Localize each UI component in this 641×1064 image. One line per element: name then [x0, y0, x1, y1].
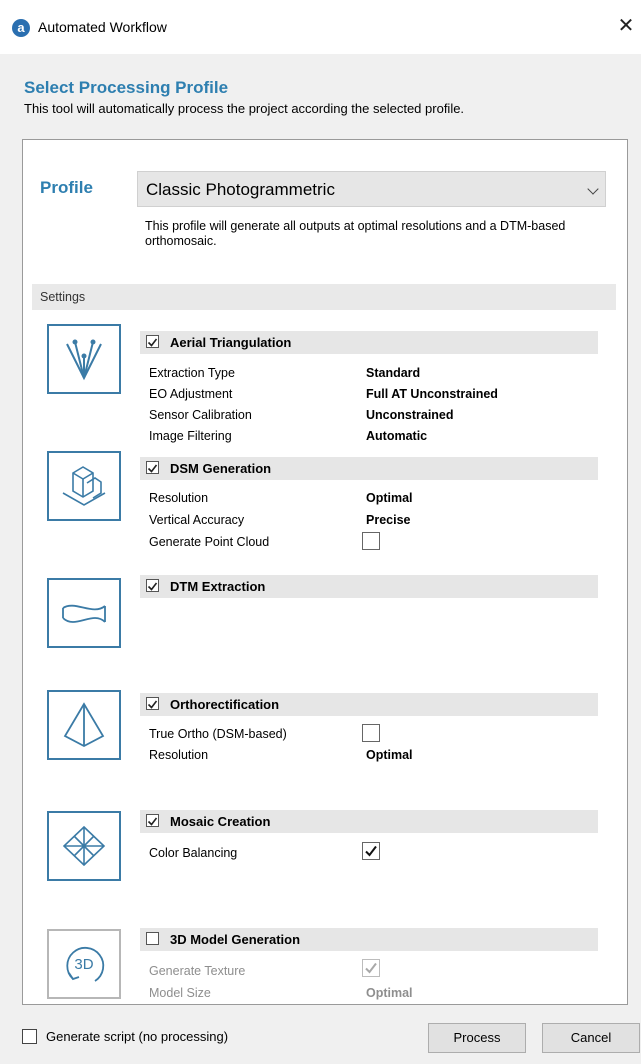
title-bar: a Automated Workflow ✕: [0, 0, 641, 54]
section-orthorectification: Orthorectification: [140, 693, 598, 716]
ortho-resolution-value[interactable]: Optimal: [366, 748, 413, 762]
dsm-resolution-label: Resolution: [149, 491, 209, 505]
buildings-icon: [47, 451, 121, 521]
generate-point-cloud-label: Generate Point Cloud: [149, 535, 270, 549]
process-button[interactable]: Process: [428, 1023, 526, 1053]
model-size-label: Model Size: [149, 986, 211, 1000]
aerial-triangulation-checkbox[interactable]: [146, 335, 159, 348]
3d-rotate-icon: 3D: [47, 929, 121, 999]
section-title: Orthorectification: [170, 697, 280, 712]
app-logo-icon: a: [12, 19, 30, 37]
section-dtm-extraction: DTM Extraction: [140, 575, 598, 598]
section-title: Mosaic Creation: [170, 814, 271, 829]
mosaic-icon: [47, 811, 121, 881]
3d-icon-text: 3D: [74, 956, 93, 973]
generate-texture-checkbox[interactable]: [362, 959, 380, 977]
dsm-resolution-value[interactable]: Optimal: [366, 491, 413, 505]
vertical-accuracy-label: Vertical Accuracy: [149, 513, 245, 527]
section-title: DTM Extraction: [170, 579, 266, 594]
mosaic-creation-checkbox[interactable]: [146, 814, 159, 827]
section-dsm-generation: DSM Generation: [140, 457, 598, 480]
extraction-type-value[interactable]: Standard: [366, 366, 420, 380]
cancel-button[interactable]: Cancel: [542, 1023, 640, 1053]
section-3d-model-generation: 3D Model Generation: [140, 928, 598, 951]
extraction-type-label: Extraction Type: [149, 366, 235, 380]
chevron-down-icon: [587, 183, 599, 195]
generate-point-cloud-checkbox[interactable]: [362, 532, 380, 550]
sensor-calibration-value[interactable]: Unconstrained: [366, 408, 454, 422]
dtm-extraction-checkbox[interactable]: [146, 579, 159, 592]
profile-selected-value: Classic Photogrammetric: [146, 180, 335, 199]
orthorectification-checkbox[interactable]: [146, 697, 159, 710]
page-subtitle: This tool will automatically process the…: [24, 101, 465, 116]
ortho-resolution-label: Resolution: [149, 748, 209, 762]
sensor-calibration-label: Sensor Calibration: [149, 408, 252, 422]
generate-script-checkbox[interactable]: [22, 1029, 37, 1044]
section-title: Aerial Triangulation: [170, 335, 292, 350]
vertical-accuracy-value[interactable]: Precise: [366, 513, 410, 527]
image-filtering-value[interactable]: Automatic: [366, 429, 427, 443]
generate-script-label: Generate script (no processing): [46, 1029, 229, 1044]
window-title: Automated Workflow: [38, 19, 167, 35]
profile-dropdown[interactable]: Classic Photogrammetric: [137, 171, 606, 207]
section-title: 3D Model Generation: [170, 932, 301, 947]
section-mosaic-creation: Mosaic Creation: [140, 810, 598, 833]
color-balancing-checkbox[interactable]: [362, 842, 380, 860]
terrain-icon: [47, 578, 121, 648]
3d-model-generation-checkbox[interactable]: [146, 932, 159, 945]
pyramid-icon: [47, 690, 121, 760]
profile-label: Profile: [40, 178, 93, 197]
eo-adjustment-value[interactable]: Full AT Unconstrained: [366, 387, 498, 401]
true-ortho-label: True Ortho (DSM-based): [149, 727, 287, 741]
settings-header: Settings: [32, 284, 616, 310]
section-title: DSM Generation: [170, 461, 272, 476]
model-size-value[interactable]: Optimal: [366, 986, 413, 1000]
close-icon[interactable]: ✕: [614, 14, 638, 40]
generate-texture-label: Generate Texture: [149, 964, 246, 978]
image-filtering-label: Image Filtering: [149, 429, 232, 443]
profile-description: This profile will generate all outputs a…: [145, 219, 566, 248]
eo-adjustment-label: EO Adjustment: [149, 387, 233, 401]
dsm-generation-checkbox[interactable]: [146, 461, 159, 474]
section-aerial-triangulation: Aerial Triangulation: [140, 331, 598, 354]
color-balancing-label: Color Balancing: [149, 846, 238, 860]
settings-label: Settings: [40, 290, 86, 304]
true-ortho-checkbox[interactable]: [362, 724, 380, 742]
page-title: Select Processing Profile: [24, 78, 229, 97]
triangulation-icon: [47, 324, 121, 394]
